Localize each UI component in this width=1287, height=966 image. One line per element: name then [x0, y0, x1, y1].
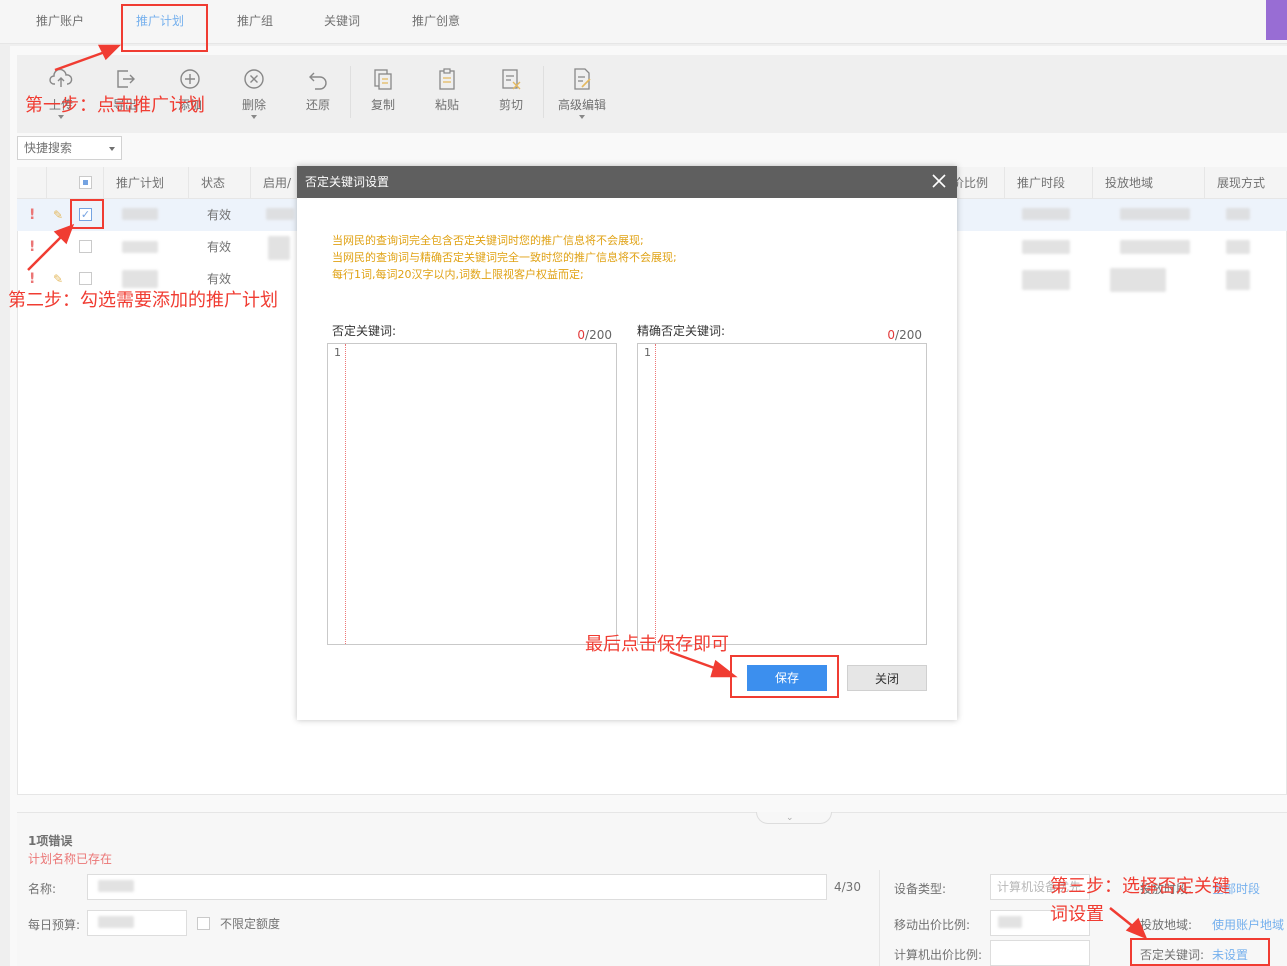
annotation-step2: 第二步：勾选需要添加的推广计划 [8, 290, 278, 311]
annotation-arrows [27, 44, 1148, 940]
annotation-step3-line2: 词设置 [1050, 904, 1104, 925]
annotation-step1: 第一步：点击推广计划 [25, 95, 205, 116]
annotation-step3-line1: 第三步：选择否定关键 [1050, 876, 1230, 897]
annotation-final: 最后点击保存即可 [585, 634, 729, 655]
